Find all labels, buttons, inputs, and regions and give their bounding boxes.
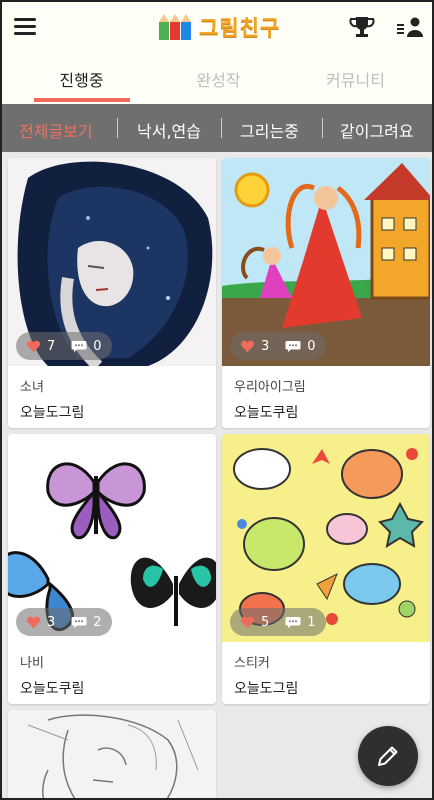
logo-text: 그림친구 <box>199 16 281 40</box>
comment-count: 0 <box>307 338 316 354</box>
post-grid: 7 0 소녀 오늘도그림 3 0 우리아이그림 오늘도쿠림 3 2 나비 오늘도… <box>2 152 432 798</box>
post-title: 소녀 <box>20 380 44 395</box>
comment-icon <box>71 340 87 352</box>
post-stats: 3 0 <box>230 332 326 360</box>
category-divider <box>322 118 323 138</box>
tab-completed[interactable]: 완성작 <box>147 54 290 104</box>
heart-icon <box>240 340 255 352</box>
post-stats: 7 0 <box>16 332 112 360</box>
post-thumbnail <box>8 710 216 798</box>
post-title: 우리아이그림 <box>234 380 306 395</box>
category-all[interactable]: 전체글보기 <box>19 118 93 142</box>
heart-icon <box>26 616 41 628</box>
heart-icon <box>26 340 41 352</box>
post-stats: 3 2 <box>16 608 112 636</box>
post-title: 나비 <box>20 656 44 671</box>
category-drawing[interactable]: 그리는중 <box>240 118 299 142</box>
like-count: 3 <box>47 614 56 630</box>
category-bar: 전체글보기 낙서,연습 그리는중 같이그려요 <box>2 104 432 152</box>
pencils-logo-icon <box>159 14 191 40</box>
post-card[interactable]: 3 0 우리아이그림 오늘도쿠림 <box>222 158 430 428</box>
post-card[interactable]: 7 0 소녀 오늘도그림 <box>8 158 216 428</box>
main-tabs: 진행중 완성작 커뮤니티 <box>2 54 432 104</box>
comment-count: 1 <box>307 614 316 630</box>
user-list-icon[interactable] <box>396 16 424 38</box>
like-count: 5 <box>261 614 270 630</box>
comment-count: 2 <box>93 614 102 630</box>
menu-icon[interactable] <box>14 15 36 37</box>
app-frame: 그림친구 진행중 완성작 커뮤니티 전체글보기 낙서,연습 그리는중 같이그려요… <box>0 0 434 800</box>
category-divider <box>117 118 118 138</box>
write-post-button[interactable] <box>358 726 418 786</box>
post-card[interactable]: 3 2 나비 오늘도쿠림 <box>8 434 216 704</box>
active-tab-indicator <box>34 98 130 102</box>
tab-in-progress[interactable]: 진행중 <box>10 54 153 104</box>
post-stats: 5 1 <box>230 608 326 636</box>
comment-icon <box>285 616 301 628</box>
post-card[interactable]: 5 1 스티커 오늘도그림 <box>222 434 430 704</box>
app-logo[interactable]: 그림친구 <box>157 10 280 44</box>
post-author: 오늘도쿠림 <box>234 405 299 421</box>
post-author: 오늘도그림 <box>234 681 299 697</box>
like-count: 7 <box>47 338 56 354</box>
post-author: 오늘도쿠림 <box>20 681 85 697</box>
comment-icon <box>71 616 87 628</box>
category-divider <box>221 118 222 138</box>
heart-icon <box>240 616 255 628</box>
category-draw-together[interactable]: 같이그려요 <box>340 118 414 142</box>
trophy-icon[interactable] <box>349 15 375 39</box>
comment-count: 0 <box>93 338 102 354</box>
pencil-icon <box>378 746 398 766</box>
like-count: 3 <box>261 338 270 354</box>
tab-community[interactable]: 커뮤니티 <box>284 54 427 104</box>
post-author: 오늘도그림 <box>20 405 85 421</box>
top-header: 그림친구 <box>2 2 432 54</box>
comment-icon <box>285 340 301 352</box>
post-title: 스티커 <box>234 656 270 671</box>
post-card[interactable] <box>8 710 216 798</box>
category-doodle[interactable]: 낙서,연습 <box>137 118 201 142</box>
